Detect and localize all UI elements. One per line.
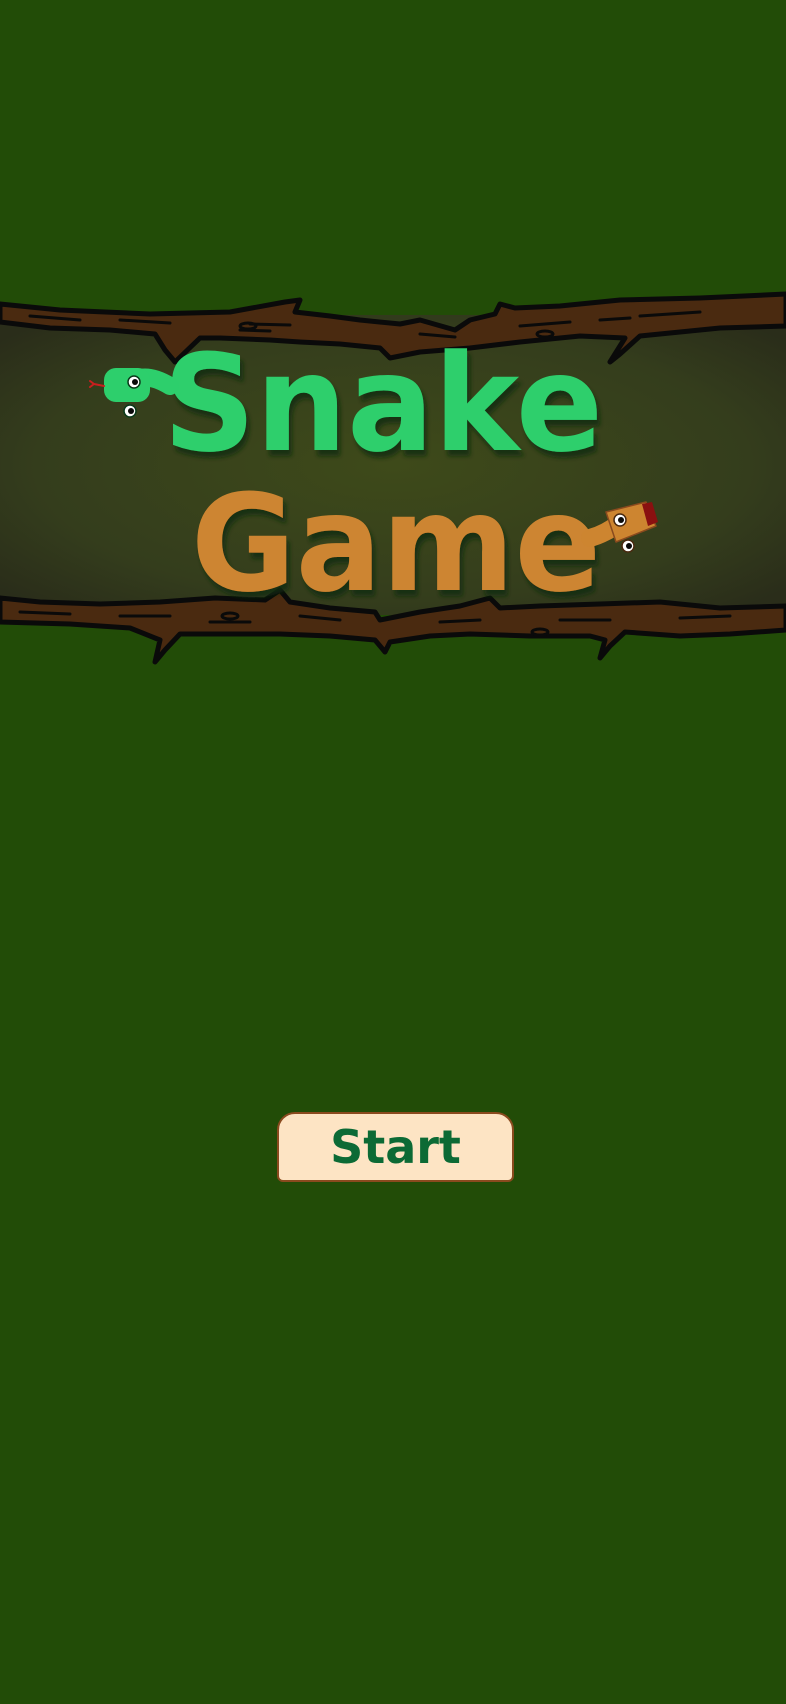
title-line-2: Game xyxy=(191,466,601,622)
title-banner: Snake Game xyxy=(0,290,786,670)
start-screen: Snake Game Start xyxy=(0,0,786,1704)
title-line-1: Snake xyxy=(163,326,603,482)
start-button[interactable]: Start xyxy=(277,1112,514,1182)
title-banner-art: Snake Game xyxy=(0,291,786,665)
